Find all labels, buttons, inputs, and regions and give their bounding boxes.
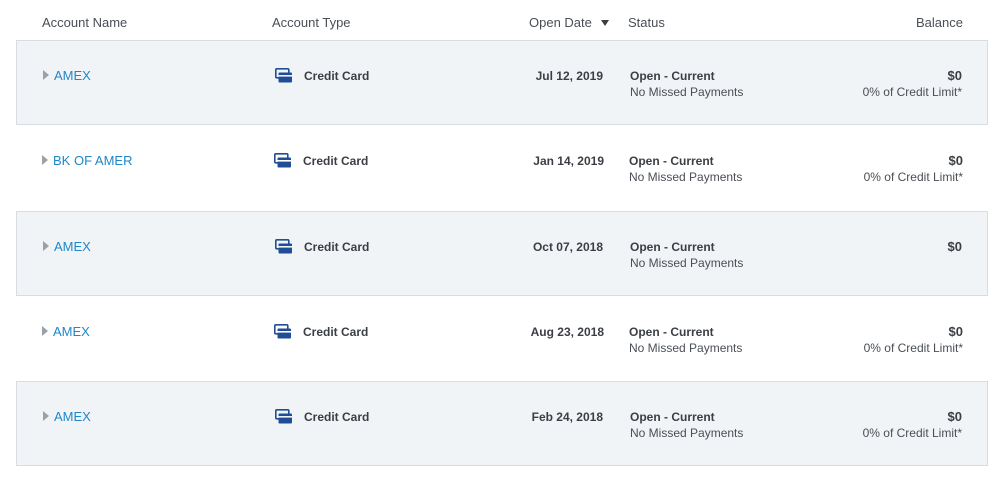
- account-type: Credit Card: [304, 69, 370, 83]
- account-name-link[interactable]: AMEX: [54, 239, 91, 254]
- account-type: Credit Card: [304, 240, 370, 254]
- account-type: Credit Card: [304, 410, 370, 424]
- account-status: Open - Current: [630, 69, 715, 83]
- credit-card-icon: [274, 153, 291, 168]
- open-date: Feb 24, 2018: [531, 410, 603, 424]
- account-name-link[interactable]: BK OF AMER: [53, 153, 132, 168]
- account-name-link[interactable]: AMEX: [54, 409, 91, 424]
- payment-status: No Missed Payments: [630, 256, 744, 270]
- open-date-header-label: Open Date: [529, 15, 592, 30]
- account-status: Open - Current: [630, 240, 715, 254]
- payment-status: No Missed Payments: [629, 341, 743, 355]
- credit-limit-usage: 0% of Credit Limit*: [862, 426, 962, 440]
- account-name-link[interactable]: AMEX: [54, 68, 91, 83]
- credit-card-icon: [275, 68, 292, 83]
- column-header-account-name: Account Name: [42, 15, 128, 30]
- column-header-open-date[interactable]: Open Date: [529, 15, 609, 30]
- table-row[interactable]: AMEX Credit Card Feb 24, 2018 Open - Cur…: [16, 381, 988, 466]
- payment-status: No Missed Payments: [629, 170, 743, 184]
- column-header-balance: Balance: [916, 15, 963, 30]
- account-type: Credit Card: [303, 325, 369, 339]
- table-row[interactable]: AMEX Credit Card Jul 12, 2019 Open - Cur…: [16, 40, 988, 125]
- credit-card-icon: [275, 239, 292, 254]
- account-type: Credit Card: [303, 154, 369, 168]
- credit-limit-usage: 0% of Credit Limit*: [863, 341, 963, 355]
- account-balance: $0: [948, 324, 963, 339]
- account-status: Open - Current: [629, 325, 714, 339]
- account-balance: $0: [947, 409, 962, 424]
- account-balance: $0: [947, 68, 962, 83]
- column-header-account-type: Account Type: [272, 15, 351, 30]
- credit-card-icon: [274, 324, 291, 339]
- account-balance: $0: [948, 153, 963, 168]
- credit-limit-usage: 0% of Credit Limit*: [862, 85, 962, 99]
- chevron-right-icon[interactable]: [43, 241, 49, 251]
- chevron-right-icon[interactable]: [42, 326, 48, 336]
- table-row[interactable]: BK OF AMER Credit Card Jan 14, 2019 Open…: [16, 126, 988, 211]
- chevron-right-icon[interactable]: [43, 70, 49, 80]
- open-date: Oct 07, 2018: [532, 240, 603, 254]
- credit-card-icon: [275, 409, 292, 424]
- payment-status: No Missed Payments: [630, 426, 744, 440]
- payment-status: No Missed Payments: [630, 85, 744, 99]
- chevron-right-icon[interactable]: [43, 411, 49, 421]
- account-status: Open - Current: [629, 154, 714, 168]
- table-header: Account Name Account Type Open Date Stat…: [0, 0, 1000, 40]
- open-date: Jan 14, 2019: [533, 154, 604, 168]
- account-balance: $0: [947, 239, 962, 254]
- account-name-link[interactable]: AMEX: [53, 324, 90, 339]
- chevron-right-icon[interactable]: [42, 155, 48, 165]
- open-date: Jul 12, 2019: [535, 69, 603, 83]
- open-date: Aug 23, 2018: [530, 325, 604, 339]
- column-header-status: Status: [628, 15, 665, 30]
- table-row[interactable]: AMEX Credit Card Aug 23, 2018 Open - Cur…: [16, 297, 988, 382]
- table-row[interactable]: AMEX Credit Card Oct 07, 2018 Open - Cur…: [16, 211, 988, 296]
- credit-limit-usage: 0% of Credit Limit*: [863, 170, 963, 184]
- accounts-table: Account Name Account Type Open Date Stat…: [0, 0, 1000, 479]
- account-status: Open - Current: [630, 410, 715, 424]
- sort-descending-icon[interactable]: [600, 19, 609, 26]
